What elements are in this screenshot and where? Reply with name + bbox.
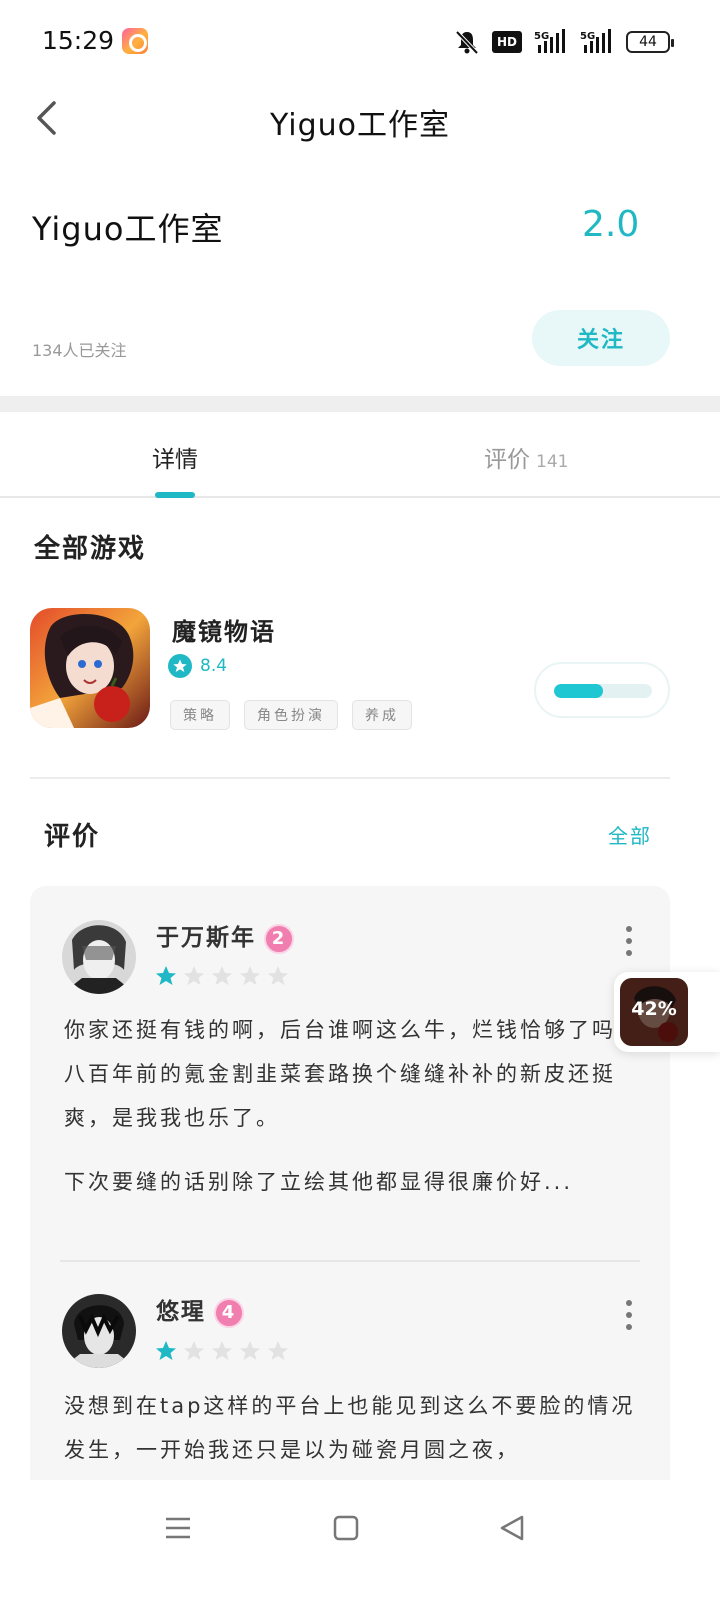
download-progress-button[interactable] xyxy=(534,662,670,718)
game-tag[interactable]: 养成 xyxy=(352,700,412,730)
signal-5g-icon-2: 5G xyxy=(580,29,614,55)
game-tag[interactable]: 策略 xyxy=(170,700,230,730)
star-icon xyxy=(184,1341,204,1360)
star-icon xyxy=(268,1341,288,1360)
games-section-title: 全部游戏 xyxy=(34,534,147,564)
tab-reviews[interactable]: 评价 141 xyxy=(484,440,568,474)
tab-details-label: 详情 xyxy=(152,447,198,473)
floating-download-widget[interactable]: 42% xyxy=(614,972,720,1052)
more-options-button[interactable] xyxy=(620,926,638,956)
studio-name: Yiguo工作室 xyxy=(32,210,224,248)
follow-button[interactable]: 关注 xyxy=(532,310,670,366)
reviewer-name-text: 悠瑆 xyxy=(156,1299,206,1325)
star-icon xyxy=(156,966,176,985)
tab-details[interactable]: 详情 xyxy=(152,440,198,474)
studio-score: 2.0 xyxy=(582,204,640,245)
tab-reviews-count: 141 xyxy=(536,452,569,472)
game-icon[interactable] xyxy=(30,608,150,728)
more-options-button[interactable] xyxy=(620,1300,638,1330)
hd-voice-icon: HD xyxy=(492,31,522,53)
review-text: 没想到在tap这样的平台上也能见到这么不要脸的情况发生，一开始我还只是以为碰瓷月… xyxy=(64,1394,636,1462)
rating-star-icon xyxy=(168,654,192,678)
back-triangle-icon xyxy=(500,1515,524,1541)
game-score: 8.4 xyxy=(200,656,228,676)
back-nav-button[interactable] xyxy=(492,1508,532,1548)
status-bar: 15:29 HD 5G 5G 44 xyxy=(0,0,720,86)
follower-count: 134人已关注 xyxy=(32,341,127,360)
avatar[interactable] xyxy=(62,920,136,994)
battery-icon: 44 xyxy=(626,31,674,53)
rating-stars xyxy=(154,1339,290,1363)
menu-icon xyxy=(166,1517,190,1539)
rating-stars xyxy=(154,964,290,988)
star-icon xyxy=(268,966,288,985)
user-level-badge: 4 xyxy=(214,1297,244,1328)
status-time: 15:29 xyxy=(42,26,115,55)
nav-header: Yiguo工作室 xyxy=(0,86,720,150)
star-icon xyxy=(240,966,260,985)
section-separator xyxy=(0,396,720,412)
signal-5g-icon: 5G xyxy=(534,29,568,55)
reviewer-name: 悠瑆 4 xyxy=(156,1292,244,1328)
reviews-list: 于万斯年 2 你家还挺有钱的啊，后台谁啊这么牛，烂钱恰够了吗，八百年前的氪金割韭菜… xyxy=(30,886,670,1486)
reviewer-name-text: 于万斯年 xyxy=(156,925,256,951)
game-tags: 策略 角色扮演 养成 xyxy=(170,700,412,730)
game-rating: 8.4 xyxy=(168,654,227,678)
floating-download-progress: 42% xyxy=(631,998,677,1020)
user-level-badge: 2 xyxy=(264,923,294,954)
divider xyxy=(30,777,670,779)
svg-text:5G: 5G xyxy=(534,31,549,42)
app-notification-icon xyxy=(122,28,148,54)
star-icon xyxy=(156,1341,176,1360)
review-divider xyxy=(60,1260,640,1262)
star-icon xyxy=(212,966,232,985)
see-all-reviews-link[interactable]: 全部 xyxy=(608,820,652,849)
game-tag[interactable]: 角色扮演 xyxy=(244,700,338,730)
star-icon xyxy=(212,1341,232,1360)
home-nav-button[interactable] xyxy=(326,1508,366,1548)
status-icons: HD 5G 5G 44 xyxy=(454,28,674,56)
star-icon xyxy=(184,966,204,985)
tab-reviews-label: 评价 xyxy=(484,447,530,473)
svg-text:5G: 5G xyxy=(580,31,595,42)
active-tab-indicator xyxy=(155,492,195,498)
tab-bar: 详情 评价 141 xyxy=(0,412,720,498)
page-title: Yiguo工作室 xyxy=(269,108,450,143)
system-nav-bar xyxy=(0,1480,720,1610)
mute-bell-icon xyxy=(454,29,480,55)
download-progress-track xyxy=(554,684,652,698)
game-name[interactable]: 魔镜物语 xyxy=(172,612,276,647)
download-progress-fill xyxy=(554,684,603,698)
star-icon xyxy=(240,1341,260,1360)
menu-nav-button[interactable] xyxy=(158,1508,198,1548)
reviews-section-title: 评价 xyxy=(44,822,101,852)
reviewer-name: 于万斯年 2 xyxy=(156,918,294,954)
home-square-icon xyxy=(333,1515,359,1541)
avatar[interactable] xyxy=(62,1294,136,1368)
review-text: 你家还挺有钱的啊，后台谁啊这么牛，烂钱恰够了吗，八百年前的氪金割韭菜套路换个缝缝… xyxy=(64,1018,640,1130)
review-text: 下次要缝的话别除了立绘其他都显得很廉价好... xyxy=(64,1170,574,1194)
